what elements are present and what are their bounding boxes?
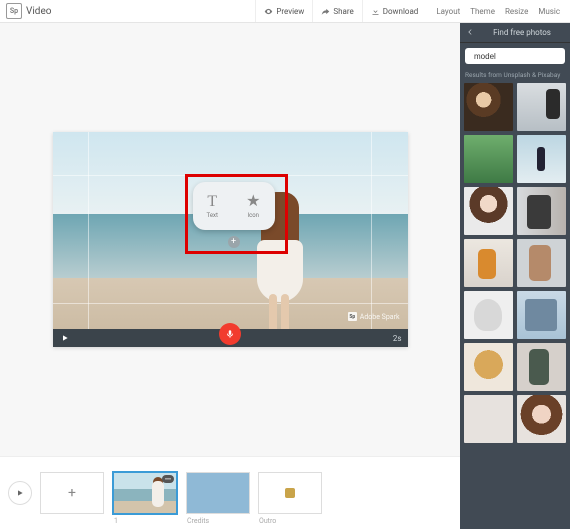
photo-result[interactable] — [464, 239, 513, 287]
add-slide-button[interactable]: + — [40, 472, 104, 514]
add-content-popover: T Text ★ Icon + — [193, 182, 275, 230]
add-icon-button[interactable]: ★ Icon — [246, 194, 260, 219]
photo-result[interactable] — [517, 291, 566, 339]
microphone-icon — [225, 329, 235, 339]
slide-thumb-credits[interactable]: Credits — [186, 472, 250, 514]
star-icon: ★ — [246, 194, 260, 210]
top-bar: Sp Video Preview Share Download Layout T… — [0, 0, 570, 23]
tab-layout[interactable]: Layout — [436, 7, 460, 16]
photo-result[interactable] — [517, 187, 566, 235]
tab-resize[interactable]: Resize — [505, 7, 528, 16]
photo-search[interactable]: ▾ — [465, 48, 565, 64]
app-logo: Sp — [6, 3, 22, 19]
tab-theme[interactable]: Theme — [470, 7, 495, 16]
stage: T Text ★ Icon + Sp Adobe Spark 2s — [0, 22, 460, 457]
side-header: Find free photos — [460, 22, 570, 43]
guide-h — [53, 175, 408, 176]
photo-result[interactable] — [517, 395, 566, 443]
preview-label: Preview — [276, 7, 304, 16]
record-narration-button[interactable] — [219, 323, 241, 345]
results-source: Results from Unsplash & Pixabay — [465, 71, 565, 79]
add-icon-label: Icon — [247, 212, 259, 219]
slide-duration[interactable]: 2s — [393, 334, 402, 343]
share-button[interactable]: Share — [312, 0, 361, 22]
slide-index: 1 — [114, 517, 118, 525]
play-icon — [16, 489, 24, 497]
slide-thumb-1[interactable]: ••• 1 — [112, 471, 178, 515]
timeline: + ••• 1 Credits Outro — [0, 456, 460, 529]
side-panel: Find free photos ▾ Results from Unsplash… — [460, 22, 570, 529]
photo-result[interactable] — [464, 343, 513, 391]
text-icon: T — [207, 194, 217, 210]
video-canvas[interactable]: T Text ★ Icon + Sp Adobe Spark 2s — [53, 132, 408, 347]
playback-bar: 2s — [53, 329, 408, 347]
photo-result[interactable] — [464, 83, 513, 131]
photo-result[interactable] — [517, 343, 566, 391]
add-more-button[interactable]: + — [228, 236, 240, 248]
photo-result[interactable] — [464, 187, 513, 235]
photo-result[interactable] — [517, 135, 566, 183]
download-button[interactable]: Download — [362, 0, 427, 22]
photo-grid — [460, 83, 570, 529]
download-icon — [371, 7, 380, 16]
share-icon — [321, 7, 330, 16]
play-icon — [61, 334, 69, 342]
outro-logo-icon — [285, 488, 295, 498]
watermark-text: Adobe Spark — [360, 313, 400, 321]
photo-result[interactable] — [464, 395, 513, 443]
add-text-button[interactable]: T Text — [207, 194, 218, 219]
app-title: Video — [26, 6, 51, 17]
download-label: Download — [383, 7, 419, 16]
photo-result[interactable] — [464, 291, 513, 339]
watermark-logo: Sp — [348, 312, 357, 321]
tab-music[interactable]: Music — [538, 7, 560, 16]
back-icon[interactable] — [466, 28, 474, 36]
add-text-label: Text — [207, 212, 218, 219]
share-label: Share — [333, 7, 353, 16]
preview-button[interactable]: Preview — [255, 0, 312, 22]
search-input[interactable] — [472, 51, 570, 62]
side-title: Find free photos — [493, 28, 551, 37]
slide-menu-button[interactable]: ••• — [162, 475, 174, 483]
photo-result[interactable] — [517, 83, 566, 131]
right-tabs: Layout Theme Resize Music — [426, 7, 570, 16]
slide-label: Outro — [259, 517, 276, 525]
photo-result[interactable] — [517, 239, 566, 287]
photo-result[interactable] — [464, 135, 513, 183]
guide-v — [88, 132, 89, 347]
slide-thumb-outro[interactable]: Outro — [258, 472, 322, 514]
eye-icon — [264, 7, 273, 16]
timeline-play-button[interactable] — [8, 481, 32, 505]
guide-h — [53, 303, 408, 304]
watermark: Sp Adobe Spark — [348, 312, 400, 321]
slide-label: Credits — [187, 517, 209, 525]
play-button[interactable] — [59, 332, 71, 344]
top-actions: Preview Share Download — [255, 0, 426, 22]
